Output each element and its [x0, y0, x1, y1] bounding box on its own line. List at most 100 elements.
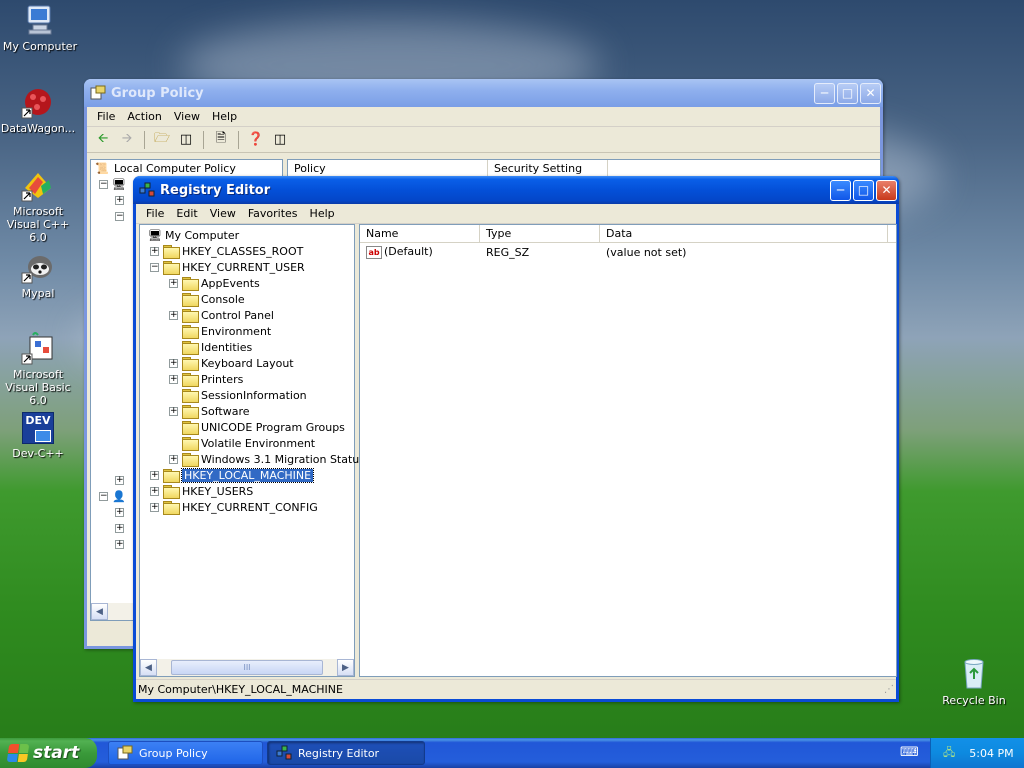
desktop-icon-recycle-bin[interactable]: Recycle Bin	[934, 657, 1014, 707]
help-button[interactable]: ❓	[246, 131, 266, 149]
desktop-icon-my-computer[interactable]: My Computer	[0, 3, 80, 53]
expand-icon[interactable]: +	[115, 523, 124, 533]
tree-item-label: HKEY_CURRENT_CONFIG	[182, 500, 318, 514]
menu-edit[interactable]: Edit	[170, 207, 203, 220]
taskbar-button-group-policy[interactable]: Group Policy	[108, 741, 263, 765]
forward-button[interactable]: 🡪	[117, 131, 137, 149]
close-button[interactable]: ✕	[860, 82, 881, 104]
tree-item-software[interactable]: + Software	[140, 403, 354, 419]
menu-view[interactable]: View	[204, 207, 242, 220]
collapse-icon[interactable]: −	[99, 491, 108, 501]
tree-item-keyboard-layout[interactable]: + Keyboard Layout	[140, 355, 354, 371]
tree-item-printers[interactable]: + Printers	[140, 371, 354, 387]
keyboard-icon[interactable]: ⌨	[900, 745, 919, 760]
tree-item-local-computer-policy[interactable]: 📜 Local Computer Policy	[91, 160, 282, 176]
minimize-button[interactable]: ─	[814, 82, 835, 104]
scroll-left-button[interactable]: ◀	[91, 603, 108, 620]
maximize-button[interactable]: □	[853, 179, 874, 201]
menu-file[interactable]: File	[91, 110, 121, 123]
folder-icon	[182, 389, 199, 403]
tree-item-hkey-local-machine[interactable]: + HKEY_LOCAL_MACHINE	[140, 467, 354, 483]
menu-help[interactable]: Help	[304, 207, 341, 220]
folder-icon	[182, 421, 199, 435]
tree-item-my-computer[interactable]: 🖥 My Computer	[140, 227, 354, 243]
desktop-icon-visual-cpp[interactable]: Microsoft Visual C++ 6.0	[0, 168, 78, 244]
tree-item-control-panel[interactable]: + Control Panel	[140, 307, 354, 323]
collapse-icon[interactable]: −	[99, 179, 108, 189]
tree-item-label: SessionInformation	[201, 388, 307, 402]
tree-item-hkey-current-user[interactable]: − HKEY_CURRENT_USER	[140, 259, 354, 275]
desktop-icon-datawagon[interactable]: DataWagon...	[0, 85, 78, 135]
tree-item-identities[interactable]: Identities	[140, 339, 354, 355]
maximize-button[interactable]: □	[837, 82, 858, 104]
group-policy-titlebar[interactable]: Group Policy ─ □ ✕	[84, 79, 883, 107]
taskbar-button-registry-editor[interactable]: Registry Editor	[267, 741, 425, 765]
scroll-track[interactable]: III	[157, 659, 337, 676]
collapse-icon[interactable]: −	[115, 211, 124, 221]
tree-item-hkey-classes-root[interactable]: + HKEY_CLASSES_ROOT	[140, 243, 354, 259]
desktop-icon-visual-basic[interactable]: Microsoft Visual Basic 6.0	[0, 331, 78, 407]
desktop-icon-mypal[interactable]: Mypal	[0, 250, 78, 300]
menu-favorites[interactable]: Favorites	[242, 207, 304, 220]
expand-icon[interactable]: +	[150, 470, 159, 480]
registry-tree-pane[interactable]: 🖥 My Computer + HKEY_CLASSES_ROOT − HKEY…	[139, 224, 365, 677]
collapse-icon[interactable]: −	[150, 262, 159, 272]
menu-view[interactable]: View	[168, 110, 206, 123]
tree-item-volatile-environment[interactable]: Volatile Environment	[140, 435, 354, 451]
expand-icon[interactable]: +	[169, 358, 178, 368]
dev-cpp-icon: DEV	[22, 412, 54, 444]
expand-icon[interactable]: +	[169, 406, 178, 416]
expand-icon[interactable]: +	[169, 374, 178, 384]
network-icon[interactable]: 🖧	[943, 744, 955, 763]
datawagon-icon	[21, 85, 55, 119]
tree-item-windows-31-migration-status[interactable]: + Windows 3.1 Migration Status	[140, 451, 365, 467]
back-button[interactable]: 🡨	[93, 131, 113, 149]
expand-icon[interactable]: +	[115, 507, 124, 517]
scroll-thumb[interactable]: III	[171, 660, 323, 675]
menu-action[interactable]: Action	[121, 110, 167, 123]
desktop-icon-dev-cpp[interactable]: DEV Dev-C++	[0, 412, 78, 460]
show-action-pane-button[interactable]: ◫	[270, 131, 290, 149]
tree-item-hkey-current-config[interactable]: + HKEY_CURRENT_CONFIG	[140, 499, 354, 515]
expand-icon[interactable]: +	[115, 539, 124, 549]
tree-item-appevents[interactable]: + AppEvents	[140, 275, 354, 291]
menu-file[interactable]: File	[140, 207, 170, 220]
tree-item-console[interactable]: Console	[140, 291, 354, 307]
export-list-button[interactable]: 🗎	[211, 131, 231, 149]
expand-icon[interactable]: +	[115, 475, 124, 485]
scroll-right-button[interactable]: ▶	[337, 659, 354, 676]
menu-help[interactable]: Help	[206, 110, 243, 123]
show-hide-tree-button[interactable]: ◫	[176, 131, 196, 149]
status-path: My Computer\HKEY_LOCAL_MACHINE	[138, 683, 343, 696]
registry-editor-window[interactable]: Registry Editor ─ □ ✕ File Edit View Fav…	[133, 176, 899, 702]
registry-values-pane[interactable]: Name Type Data ab (Default) REG_SZ (value…	[359, 224, 897, 677]
tree-item-environment[interactable]: Environment	[140, 323, 354, 339]
column-header-security-setting[interactable]: Security Setting	[488, 160, 608, 177]
value-row[interactable]: ab (Default) REG_SZ (value not set)	[360, 243, 896, 261]
minimize-button[interactable]: ─	[830, 179, 851, 201]
tree-item-session-information[interactable]: SessionInformation	[140, 387, 354, 403]
column-header-data[interactable]: Data	[600, 225, 888, 242]
expand-icon[interactable]: +	[169, 310, 178, 320]
expand-icon[interactable]: +	[150, 486, 159, 496]
expand-icon[interactable]: +	[150, 246, 159, 256]
folder-icon	[182, 309, 199, 323]
registry-editor-titlebar[interactable]: Registry Editor ─ □ ✕	[133, 176, 899, 204]
resize-grip-icon[interactable]: ⋰	[884, 680, 894, 699]
column-header-policy[interactable]: Policy	[288, 160, 488, 177]
close-button[interactable]: ✕	[876, 179, 897, 201]
clock[interactable]: 5:04 PM	[969, 747, 1013, 760]
expand-icon[interactable]: +	[115, 195, 124, 205]
desktop-icon-label: Microsoft Visual C++ 6.0	[6, 205, 70, 244]
column-header-type[interactable]: Type	[480, 225, 600, 242]
column-header-name[interactable]: Name	[360, 225, 480, 242]
expand-icon[interactable]: +	[169, 278, 178, 288]
expand-icon[interactable]: +	[150, 502, 159, 512]
start-button[interactable]: start	[0, 738, 97, 768]
tree-item-unicode-program-groups[interactable]: UNICODE Program Groups	[140, 419, 354, 435]
scroll-left-button[interactable]: ◀	[140, 659, 157, 676]
tree-item-hkey-users[interactable]: + HKEY_USERS	[140, 483, 354, 499]
expand-icon[interactable]: +	[169, 454, 178, 464]
tree-hscrollbar[interactable]: ◀ III ▶	[140, 659, 354, 676]
up-folder-button[interactable]: 🗁	[152, 131, 172, 149]
